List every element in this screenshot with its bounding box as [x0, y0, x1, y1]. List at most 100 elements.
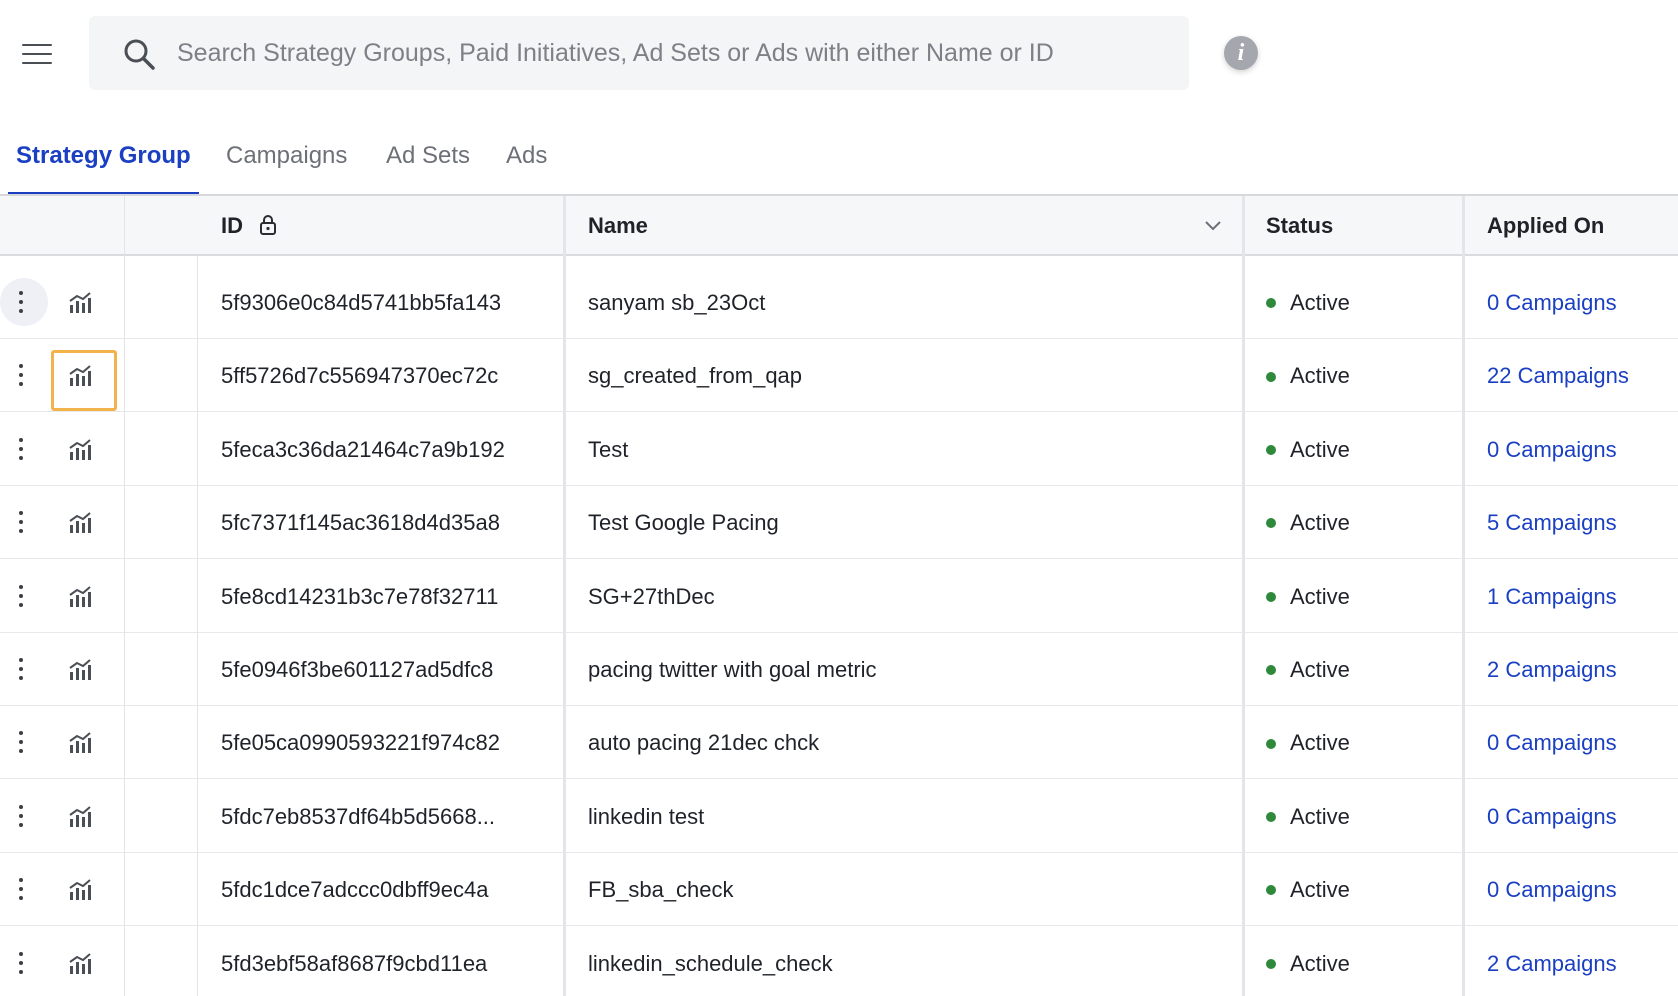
status-text: Active: [1290, 657, 1350, 682]
chart-icon[interactable]: [68, 439, 92, 461]
status-dot-icon: [1266, 885, 1276, 896]
applied-on-link[interactable]: 0 Campaigns: [1487, 853, 1617, 926]
kebab-menu-icon[interactable]: [0, 351, 48, 399]
status-text: Active: [1290, 583, 1350, 609]
tab-bar: Strategy Group Campaigns Ad Sets Ads: [0, 128, 1678, 196]
chart-icon[interactable]: [68, 585, 92, 608]
cell-status: Active: [1266, 560, 1350, 633]
kebab-menu-icon[interactable]: [0, 278, 48, 326]
applied-on-link[interactable]: 0 Campaigns: [1487, 780, 1617, 853]
cell-status: Active: [1266, 633, 1350, 706]
cell-id: 5ff5726d7c556947370ec72c: [221, 363, 499, 389]
cell-id: 5f9306e0c84d5741bb5fa143: [221, 290, 502, 315]
cell-id: 5fe0946f3be601127ad5dfc8: [221, 657, 494, 682]
tab-ads[interactable]: Ads: [506, 128, 547, 196]
table-row[interactable]: 5f9306e0c84d5741bb5fa143 sanyam sb_23Oct A…: [0, 266, 1678, 339]
cell-id: 5fe05ca0990593221f974c82: [221, 730, 500, 756]
chart-icon[interactable]: [68, 512, 92, 534]
column-header-name[interactable]: Name: [588, 196, 648, 256]
cell-name[interactable]: FB_sba_check: [588, 853, 734, 926]
status-dot-icon: [1266, 298, 1276, 309]
chevron-down-icon[interactable]: [1204, 218, 1222, 232]
table-row[interactable]: 5fd3ebf58af8687f9cbd11ea linkedin_schedul…: [0, 927, 1678, 996]
column-divider: [124, 196, 125, 996]
cell-name[interactable]: SG+27thDec: [588, 560, 715, 633]
status-text: Active: [1290, 510, 1350, 536]
column-header-id[interactable]: ID: [221, 196, 277, 256]
cell-name[interactable]: auto pacing 21dec chck: [588, 706, 819, 779]
chart-icon[interactable]: [68, 292, 92, 314]
hamburger-icon[interactable]: [22, 42, 54, 66]
table-row[interactable]: 5feca3c36da21464c7a9b192 Test Active 0 Camp…: [0, 413, 1678, 486]
cell-name[interactable]: linkedin test: [588, 780, 704, 853]
status-dot-icon: [1266, 518, 1276, 529]
applied-on-link[interactable]: 5 Campaigns: [1487, 486, 1617, 559]
status-text: Active: [1290, 877, 1350, 903]
status-dot-icon: [1266, 444, 1276, 455]
chart-icon[interactable]: [68, 879, 92, 901]
applied-on-link[interactable]: 0 Campaigns: [1487, 706, 1617, 779]
status-dot-icon: [1266, 371, 1276, 382]
chart-icon[interactable]: [68, 952, 92, 975]
kebab-menu-icon[interactable]: [0, 425, 48, 473]
cell-name[interactable]: linkedin_schedule_check: [588, 927, 833, 996]
chart-icon[interactable]: [68, 732, 92, 754]
applied-on-link[interactable]: 2 Campaigns: [1487, 927, 1617, 996]
cell-name[interactable]: pacing twitter with goal metric: [588, 633, 877, 706]
tab-label: Campaigns: [226, 142, 348, 169]
chart-icon[interactable]: [68, 365, 92, 387]
cell-name[interactable]: sg_created_from_qap: [588, 339, 802, 412]
kebab-menu-icon[interactable]: [0, 792, 48, 840]
chart-icon[interactable]: [68, 806, 92, 828]
tab-ad-sets[interactable]: Ad Sets: [386, 128, 470, 196]
applied-on-link[interactable]: 0 Campaigns: [1487, 266, 1617, 339]
tab-campaigns[interactable]: Campaigns: [226, 128, 347, 196]
table-row[interactable]: 5fc7371f145ac3618d4d35a8 Test Google Paci…: [0, 486, 1678, 560]
tab-strategy-group[interactable]: Strategy Group: [8, 128, 199, 196]
applied-on-link[interactable]: 1 Campaigns: [1487, 560, 1617, 633]
table-row[interactable]: 5fe05ca0990593221f974c82 auto pacing 21de…: [0, 706, 1678, 780]
applied-on-link[interactable]: 22 Campaigns: [1487, 339, 1629, 412]
applied-on-link[interactable]: 2 Campaigns: [1487, 633, 1617, 706]
status-dot-icon: [1266, 958, 1276, 969]
table-row[interactable]: 5fdc7eb8537df64b5d5668... linkedin test Ac…: [0, 780, 1678, 853]
column-header-applied-on[interactable]: Applied On: [1487, 196, 1604, 256]
cell-name[interactable]: sanyam sb_23Oct: [588, 266, 765, 339]
kebab-menu-icon[interactable]: [0, 718, 48, 766]
chart-icon[interactable]: [68, 659, 92, 681]
search-bar[interactable]: [89, 16, 1189, 90]
column-header-status[interactable]: Status: [1266, 196, 1333, 256]
cell-status: Active: [1266, 706, 1350, 779]
table-header: ID Name Status Applied On: [0, 196, 1678, 256]
cell-id: 5feca3c36da21464c7a9b192: [221, 436, 505, 462]
column-divider: [1242, 196, 1245, 996]
kebab-menu-icon[interactable]: [0, 865, 48, 913]
search-input[interactable]: [177, 32, 1167, 74]
cell-id: 5fdc1dce7adccc0dbff9ec4a: [221, 877, 489, 903]
tab-label: Ads: [506, 142, 548, 169]
cell-name[interactable]: Test Google Pacing: [588, 486, 779, 559]
column-header-label: ID: [221, 213, 243, 238]
cell-name[interactable]: Test: [588, 413, 628, 486]
lock-icon: [260, 215, 277, 236]
column-divider: [1462, 196, 1465, 996]
cell-status: Active: [1266, 413, 1350, 486]
kebab-menu-icon[interactable]: [0, 498, 48, 546]
column-divider: [197, 256, 198, 996]
info-icon[interactable]: i: [1224, 36, 1258, 70]
table-row[interactable]: 5ff5726d7c556947370ec72c sg_created_from_…: [0, 339, 1678, 413]
status-text: Active: [1290, 950, 1350, 976]
kebab-menu-icon[interactable]: [0, 939, 48, 987]
cell-id: 5fc7371f145ac3618d4d35a8: [221, 510, 500, 536]
status-text: Active: [1290, 436, 1350, 462]
status-dot-icon: [1266, 665, 1276, 676]
search-icon: [124, 39, 155, 70]
status-dot-icon: [1266, 738, 1276, 749]
kebab-menu-icon[interactable]: [0, 645, 48, 693]
applied-on-link[interactable]: 0 Campaigns: [1487, 413, 1617, 486]
table-row[interactable]: 5fe8cd14231b3c7e78f32711 SG+27thDec Active…: [0, 560, 1678, 633]
table-row[interactable]: 5fe0946f3be601127ad5dfc8 pacing twitter w…: [0, 633, 1678, 706]
table-row[interactable]: 5fdc1dce7adccc0dbff9ec4a FB_sba_check Acti…: [0, 853, 1678, 927]
kebab-menu-icon[interactable]: [0, 572, 48, 620]
tab-label: Strategy Group: [16, 142, 191, 169]
